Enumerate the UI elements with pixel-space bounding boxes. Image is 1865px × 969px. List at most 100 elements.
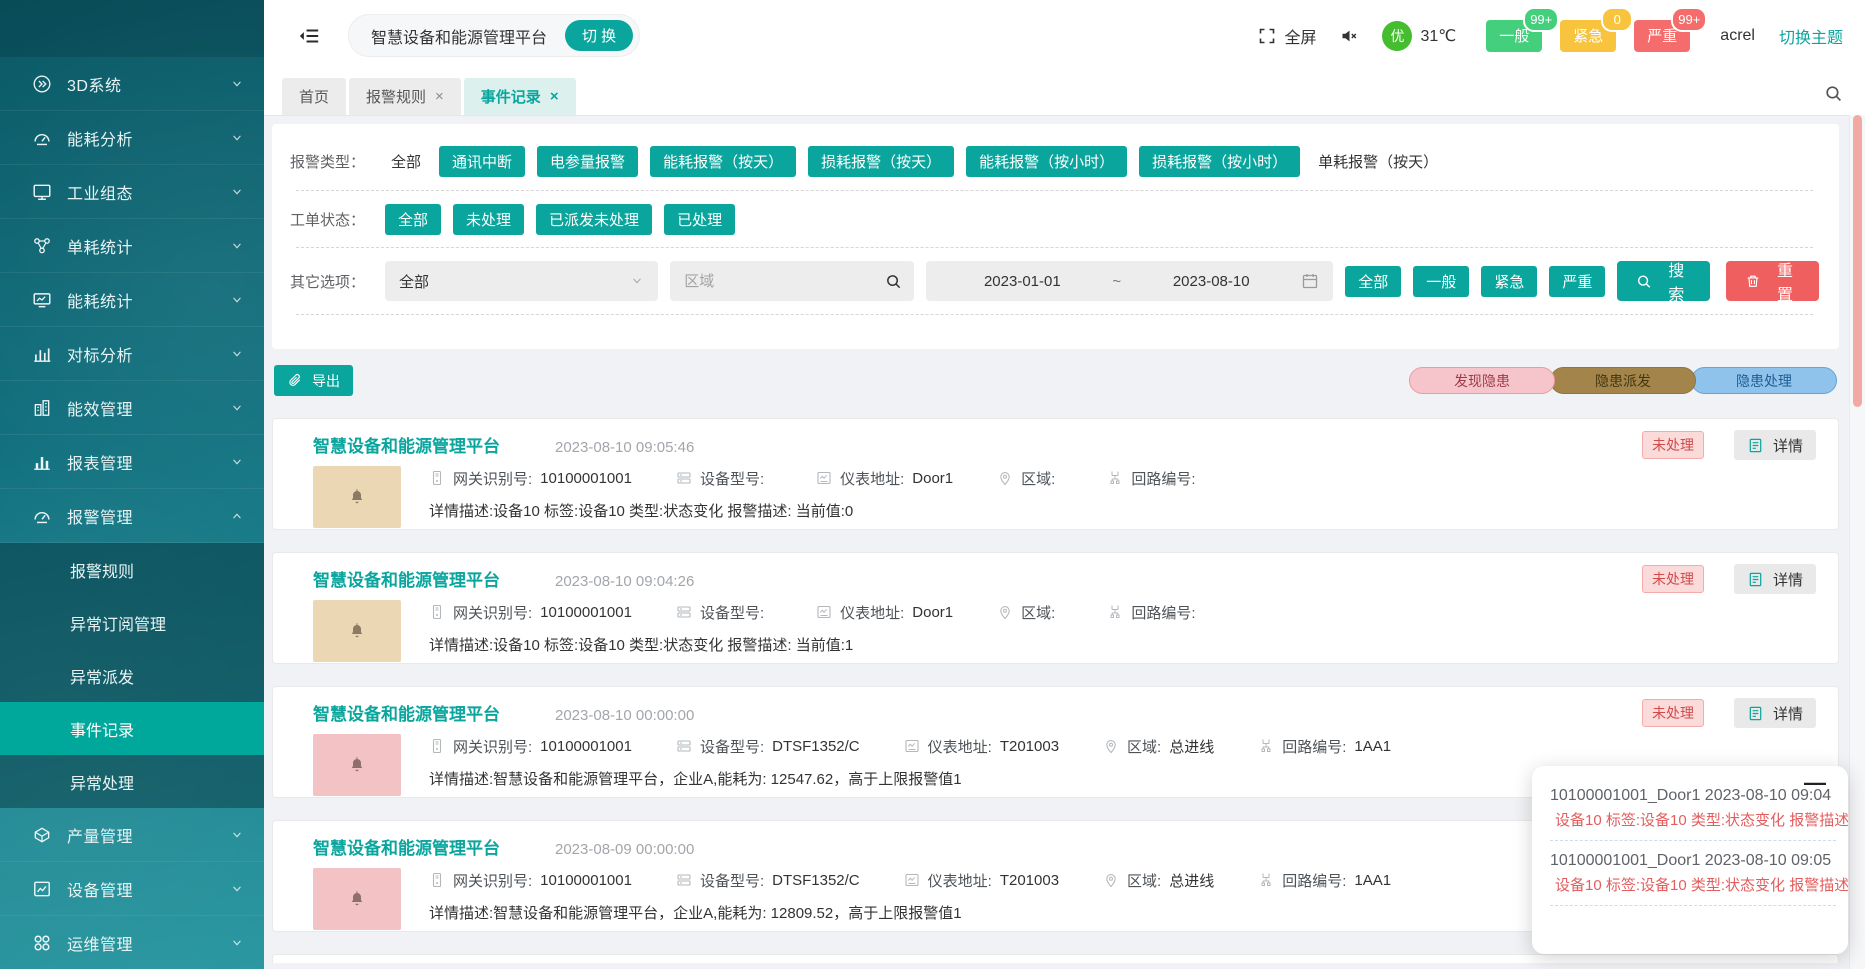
general-alarm-button[interactable]: 一般 99+ — [1486, 20, 1542, 52]
legend-hazard-found: 发现隐患 — [1409, 367, 1555, 394]
divider — [1550, 840, 1836, 841]
card-body: 网关识别号: 10100001001 设备型号: 仪表地址: — [313, 466, 1814, 528]
alarm-type-loss-hourly[interactable]: 损耗报警（按小时） — [1139, 146, 1300, 177]
sidebar-subitem-dispatch[interactable]: 异常派发 — [0, 649, 264, 702]
username[interactable]: acrel — [1720, 27, 1755, 45]
alarm-thumbnail — [313, 466, 401, 528]
minimize-icon[interactable]: — — [1804, 768, 1826, 799]
alarm-type-energy-daily[interactable]: 能耗报警（按天） — [650, 146, 796, 177]
alarm-type-comm-interrupt[interactable]: 通讯中断 — [439, 146, 525, 177]
area-field: 区域: 总进线 — [1103, 870, 1214, 891]
severe-alarm-button[interactable]: 严重 99+ — [1634, 20, 1690, 52]
sidebar-item-energy-stats[interactable]: 能耗统计 — [0, 273, 264, 327]
scrollbar-thumb[interactable] — [1853, 115, 1862, 407]
detail-button-label: 详情 — [1773, 703, 1803, 724]
field-label: 回路编号: — [1131, 602, 1195, 623]
scope-select-value: 全部 — [399, 271, 429, 292]
field-label: 网关识别号: — [453, 870, 532, 891]
search-icon[interactable] — [885, 273, 902, 290]
sidebar-item-production-management[interactable]: 产量管理 — [0, 808, 264, 862]
detail-button[interactable]: 详情 — [1734, 564, 1816, 594]
sidebar-item-device-management[interactable]: 设备管理 — [0, 862, 264, 916]
sidebar-item-3d-system[interactable]: 3D系统 — [0, 57, 264, 111]
chevron-down-icon — [230, 293, 244, 307]
circuit-icon — [1258, 738, 1274, 754]
field-label: 设备型号: — [700, 736, 764, 757]
switch-theme-link[interactable]: 切换主题 — [1779, 24, 1843, 48]
tab-event-records[interactable]: 事件记录 × — [464, 78, 576, 115]
sidebar-item-energy-efficiency[interactable]: 能效管理 — [0, 381, 264, 435]
alarm-type-all-option[interactable]: 全部 — [385, 151, 427, 172]
search-icon[interactable] — [1824, 84, 1843, 103]
close-icon[interactable]: × — [550, 89, 559, 104]
area-search-input[interactable] — [682, 272, 885, 291]
tab-label: 首页 — [299, 86, 329, 107]
sidebar-item-benchmark-analysis[interactable]: 对标分析 — [0, 327, 264, 381]
order-status-label: 工单状态： — [290, 209, 365, 230]
status-badge: 未处理 — [1642, 565, 1704, 593]
start-date-input[interactable]: 2023-01-01 — [940, 273, 1104, 290]
sidebar-subitem-exception-handling[interactable]: 异常处理 — [0, 755, 264, 808]
sidebar-subitem-event-records[interactable]: 事件记录 — [0, 702, 264, 755]
field-value: 1AA1 — [1354, 872, 1391, 889]
alarm-type-unit-daily[interactable]: 单耗报警（按天） — [1312, 151, 1444, 172]
alarm-type-energy-hourly[interactable]: 能耗报警（按小时） — [966, 146, 1127, 177]
chevron-up-icon — [230, 509, 244, 523]
chevron-down-icon — [630, 274, 644, 288]
order-status-all[interactable]: 全部 — [385, 204, 441, 235]
gateway-icon — [429, 872, 445, 888]
field-label: 回路编号: — [1282, 736, 1346, 757]
tab-alarm-rules[interactable]: 报警规则 × — [349, 78, 461, 115]
meter-address-field: 仪表地址: T201003 — [904, 870, 1059, 891]
order-status-dispatched-unhandled[interactable]: 已派发未处理 — [536, 204, 652, 235]
search-button-label: 搜索 — [1661, 257, 1691, 305]
sidebar-item-industrial-config[interactable]: 工业组态 — [0, 165, 264, 219]
search-icon — [1636, 273, 1652, 290]
sidebar-subitem-subscription[interactable]: 异常订阅管理 — [0, 596, 264, 649]
severity-all-button[interactable]: 全部 — [1345, 266, 1401, 297]
order-status-unhandled[interactable]: 未处理 — [453, 204, 524, 235]
switch-platform-button[interactable]: 切 换 — [565, 20, 633, 51]
menu-fold-icon[interactable] — [298, 25, 320, 47]
urgent-alarm-button[interactable]: 紧急 0 — [1560, 20, 1616, 52]
device-model-icon — [676, 738, 692, 754]
sidebar-item-energy-analysis[interactable]: 能耗分析 — [0, 111, 264, 165]
severity-general-button[interactable]: 一般 — [1413, 266, 1469, 297]
export-button[interactable]: 导出 — [274, 365, 353, 396]
area-field: 区域: — [997, 468, 1063, 489]
detail-button[interactable]: 详情 — [1734, 698, 1816, 728]
field-label: 网关识别号: — [453, 736, 532, 757]
end-date-input[interactable]: 2023-08-10 — [1129, 273, 1293, 290]
sidebar-item-label: 产量管理 — [67, 823, 230, 847]
close-icon[interactable]: × — [435, 89, 444, 104]
document-icon — [1747, 571, 1764, 588]
sidebar-subitem-alarm-rules[interactable]: 报警规则 — [0, 543, 264, 596]
fullscreen-button[interactable]: 全屏 — [1258, 24, 1316, 48]
notification-title: 10100001001_Door1 2023-08-10 09:05 — [1550, 848, 1848, 874]
sidebar-item-report-management[interactable]: 报表管理 — [0, 435, 264, 489]
field-label: 回路编号: — [1282, 870, 1346, 891]
sidebar-item-alarm-management[interactable]: 报警管理 — [0, 489, 264, 543]
severity-urgent-button[interactable]: 紧急 — [1481, 266, 1537, 297]
field-label: 设备型号: — [700, 468, 764, 489]
card-title: 智慧设备和能源管理平台 — [313, 700, 500, 725]
detail-button-label: 详情 — [1773, 569, 1803, 590]
sidebar-item-label: 3D系统 — [67, 72, 230, 96]
severity-severe-button[interactable]: 严重 — [1549, 266, 1605, 297]
search-button[interactable]: 搜索 — [1617, 261, 1710, 301]
notification-entry[interactable]: 10100001001_Door1 2023-08-10 09:05 设备10 … — [1550, 848, 1848, 897]
scope-select[interactable]: 全部 — [385, 261, 658, 301]
scrollbar-track[interactable] — [1849, 115, 1865, 969]
temperature-label: 31℃ — [1420, 26, 1456, 46]
circuit-icon — [1107, 604, 1123, 620]
tab-home[interactable]: 首页 — [282, 78, 346, 115]
reset-button[interactable]: 重置 — [1726, 261, 1819, 301]
alarm-type-electric-param[interactable]: 电参量报警 — [537, 146, 638, 177]
alarm-type-loss-daily[interactable]: 损耗报警（按天） — [808, 146, 954, 177]
card-head: 智慧设备和能源管理平台 2023-08-10 00:00:00 — [313, 700, 1814, 725]
mute-speaker-icon[interactable] — [1340, 27, 1358, 45]
order-status-handled[interactable]: 已处理 — [664, 204, 735, 235]
sidebar-item-unit-consumption[interactable]: 单耗统计 — [0, 219, 264, 273]
sidebar-item-ops-management[interactable]: 运维管理 — [0, 916, 264, 969]
detail-button[interactable]: 详情 — [1734, 430, 1816, 460]
